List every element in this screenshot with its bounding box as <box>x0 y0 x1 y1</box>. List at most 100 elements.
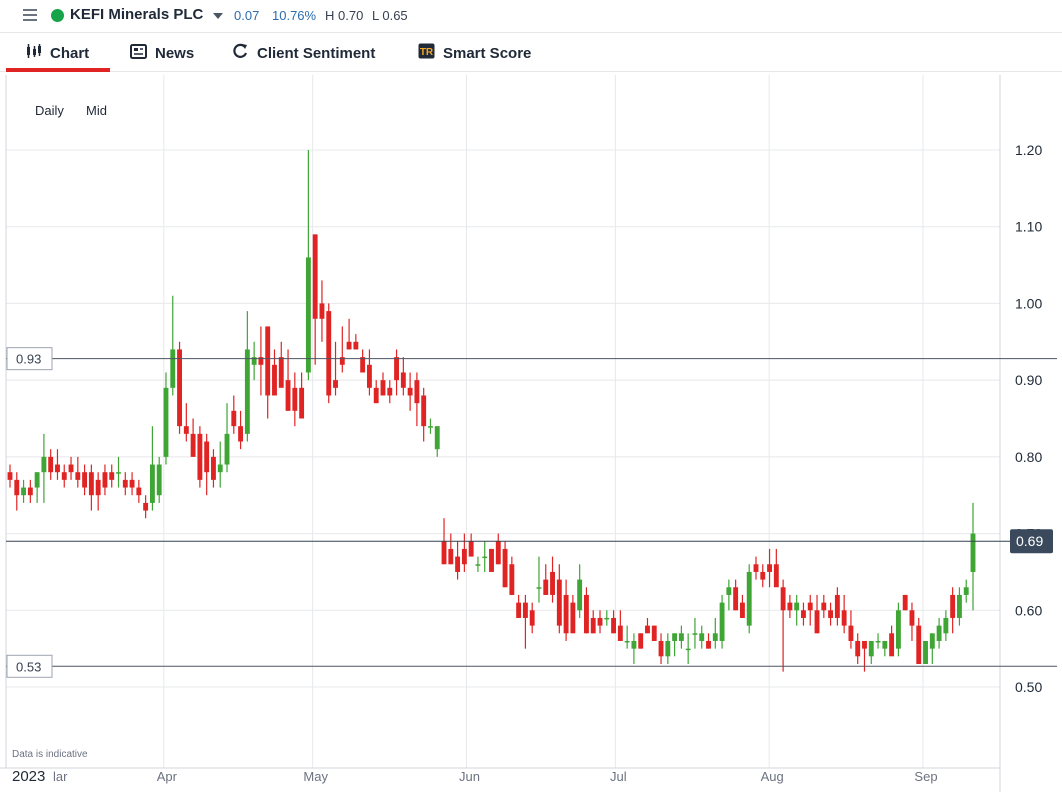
candle <box>394 349 399 396</box>
candle <box>373 380 379 404</box>
candle <box>821 594 827 618</box>
candle <box>536 556 542 603</box>
candle-body <box>231 410 237 427</box>
candle-body <box>746 571 752 626</box>
candle-body <box>41 456 47 473</box>
price-change-percent: 10.76% <box>272 8 317 23</box>
price-type-selector[interactable]: Mid <box>86 103 107 118</box>
candle <box>21 479 27 503</box>
candle <box>414 372 420 427</box>
candle <box>672 633 678 657</box>
candle <box>760 564 766 588</box>
reference-label-text: 0.93 <box>16 352 41 367</box>
candle <box>862 640 867 672</box>
candle-body <box>461 548 467 565</box>
reference-label: 0.53 <box>6 654 53 678</box>
candle-body <box>217 464 223 473</box>
instrument-title[interactable]: KEFI Minerals PLC <box>70 6 203 23</box>
candle-body <box>27 487 33 496</box>
candle <box>48 449 54 480</box>
data-disclaimer: Data is indicative <box>12 749 88 760</box>
candle <box>272 349 277 396</box>
candle <box>122 472 128 496</box>
candle-body <box>448 548 454 565</box>
candle <box>604 610 610 626</box>
candle-body <box>68 464 74 473</box>
candle-body <box>902 594 908 611</box>
tipranks-icon: TR <box>418 43 435 63</box>
tab-chart[interactable]: Chart <box>26 34 89 72</box>
candle <box>41 433 47 503</box>
candle-body <box>7 472 13 480</box>
candle-body <box>109 472 115 480</box>
candle <box>719 594 725 649</box>
candle-body <box>373 387 379 404</box>
tab-news[interactable]: News <box>130 34 194 72</box>
candle <box>333 341 338 396</box>
tab-client-sentiment[interactable]: Client Sentiment <box>232 34 375 72</box>
candle-body <box>244 349 250 434</box>
x-tick-label: Jun <box>459 769 480 784</box>
candle <box>129 472 135 496</box>
candle-body <box>197 433 203 480</box>
candle <box>597 610 603 634</box>
candle <box>801 602 806 626</box>
candle-body <box>868 640 874 657</box>
candle-body <box>516 602 522 618</box>
candle <box>251 341 257 381</box>
candle-body <box>394 357 399 381</box>
candle <box>177 341 182 434</box>
candle-body <box>14 479 20 496</box>
candle <box>428 418 433 434</box>
candle <box>68 456 74 480</box>
candle-body <box>305 257 311 373</box>
candle <box>889 625 895 657</box>
candle-body <box>672 633 678 641</box>
candle <box>787 594 793 618</box>
price-chart[interactable]: 0.930.53 0.500.600.700.800.901.001.101.2… <box>0 72 1062 792</box>
candle <box>733 579 739 611</box>
candle <box>326 303 332 404</box>
candle-body <box>163 387 169 457</box>
candle <box>109 464 115 488</box>
candle-body <box>889 633 895 657</box>
candle-body <box>611 617 617 634</box>
candle <box>360 349 366 373</box>
menu-icon[interactable] <box>23 9 37 21</box>
candle <box>407 372 413 411</box>
candle-body <box>536 587 542 589</box>
tab-smart-score[interactable]: TR Smart Score <box>418 34 531 72</box>
candle-body <box>801 610 806 618</box>
tab-client-sentiment-label: Client Sentiment <box>257 44 376 62</box>
x-tick-label: lar <box>53 769 68 784</box>
candle <box>943 610 949 641</box>
candle-body <box>855 640 861 657</box>
candle-body <box>48 456 54 473</box>
candle <box>231 395 237 434</box>
candle-body <box>651 625 657 641</box>
candle <box>421 387 427 442</box>
candle <box>678 625 684 649</box>
candle-body <box>550 571 555 595</box>
candle <box>204 433 210 496</box>
candle-body <box>428 426 433 428</box>
candle-body <box>665 640 671 657</box>
candle <box>183 403 189 442</box>
candle <box>706 633 711 649</box>
candle-body <box>956 594 962 618</box>
x-tick-label: Apr <box>157 769 178 784</box>
interval-selector[interactable]: Daily <box>35 103 64 118</box>
candle-body <box>156 464 162 496</box>
price-change: 0.07 <box>234 8 260 23</box>
candle <box>645 617 650 634</box>
candle-body <box>794 602 800 611</box>
candle <box>75 456 81 488</box>
candle-body <box>55 464 60 473</box>
candle-body <box>875 640 881 643</box>
chevron-down-icon[interactable] <box>213 13 223 19</box>
newspaper-icon <box>130 43 147 63</box>
candle <box>495 533 501 565</box>
candle-body <box>862 640 867 649</box>
x-tick-label: Sep <box>914 769 937 784</box>
candle-body <box>522 602 528 618</box>
